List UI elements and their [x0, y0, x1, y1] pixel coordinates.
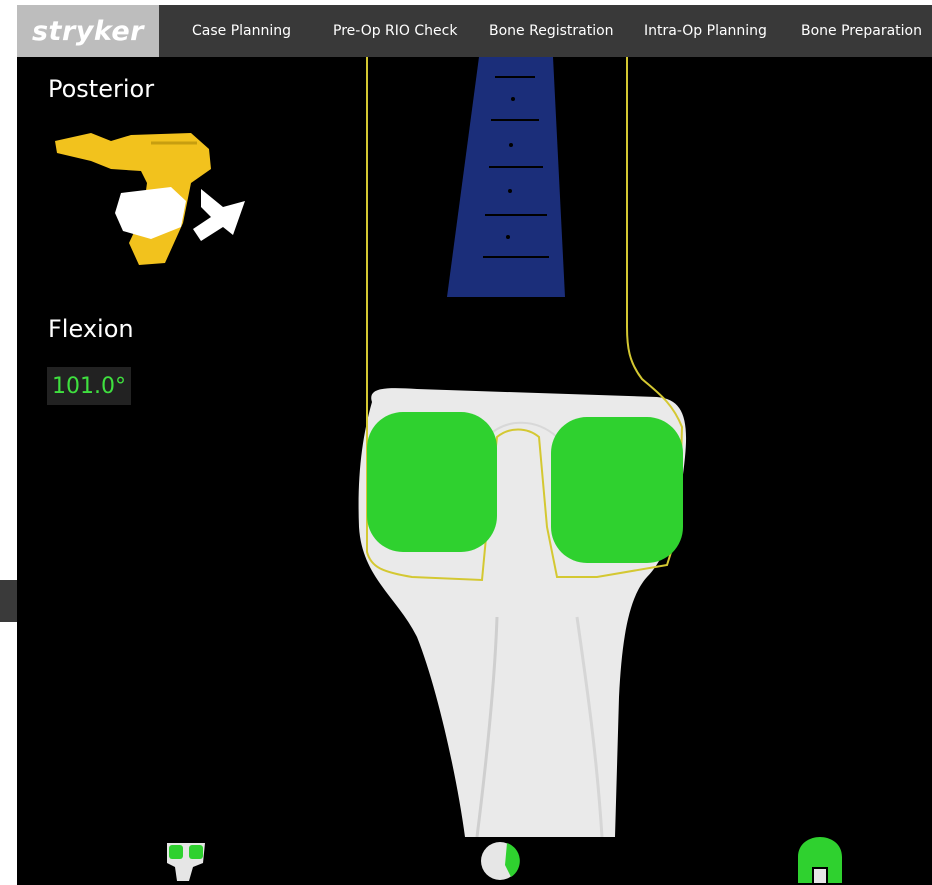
stryker-logo: stryker — [17, 5, 159, 57]
side-edge-tab — [0, 580, 17, 622]
femur-implant-view-icon[interactable] — [794, 835, 846, 885]
flexion-label: Flexion — [48, 315, 134, 343]
tab-pre-op-rio-check[interactable]: Pre-Op RIO Check — [333, 23, 457, 39]
patella-view-icon[interactable] — [477, 837, 523, 883]
tab-bone-preparation[interactable]: Bone Preparation — [801, 23, 922, 39]
application-window: stryker Case Planning Pre-Op RIO Check B… — [17, 5, 932, 885]
view-orientation-label: Posterior — [48, 75, 155, 103]
drill-trigger-icon — [55, 133, 245, 265]
lateral-implant-pad — [551, 417, 683, 563]
medial-implant-pad — [367, 412, 497, 552]
flexion-value-readout: 101.0° — [47, 367, 131, 405]
tibia-implant-view-icon[interactable] — [163, 837, 209, 883]
tab-intra-op-planning[interactable]: Intra-Op Planning — [644, 23, 767, 39]
tab-case-planning[interactable]: Case Planning — [192, 23, 291, 39]
top-navigation-bar: stryker Case Planning Pre-Op RIO Check B… — [17, 5, 932, 57]
tab-bone-registration[interactable]: Bone Registration — [489, 23, 614, 39]
trajectory-guide — [447, 57, 565, 297]
